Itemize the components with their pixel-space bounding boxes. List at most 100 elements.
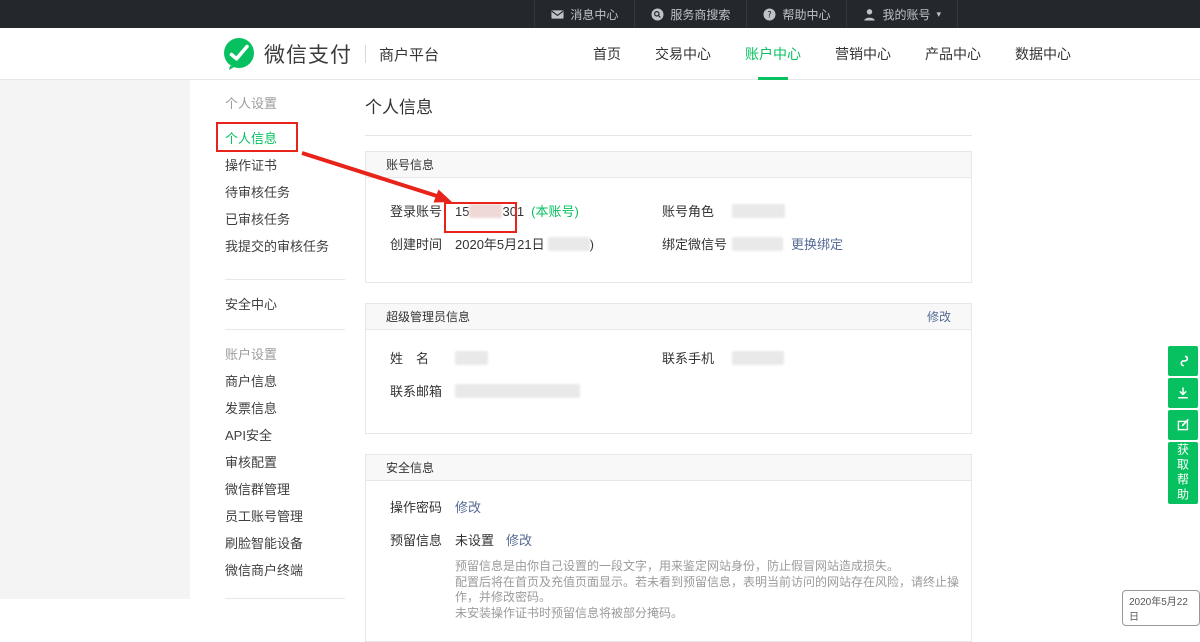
current-account-tag: (本账号) xyxy=(531,204,579,219)
reserved-info-row: 预留信息 未设置修改 xyxy=(366,524,971,557)
sidebar-item-wechat-group-mgmt[interactable]: 微信群管理 xyxy=(225,476,345,503)
svg-text:?: ? xyxy=(768,10,773,20)
brand-divider xyxy=(365,45,366,63)
admin-email-row: 联系邮箱 xyxy=(366,375,971,408)
sidebar-item-operation-certificate[interactable]: 操作证书 xyxy=(225,152,345,179)
masked-created-time xyxy=(548,237,590,251)
annotation-red-box-account xyxy=(444,202,517,233)
super-admin-header-label: 超级管理员信息 xyxy=(386,310,470,324)
nav-home[interactable]: 首页 xyxy=(576,28,638,80)
question-icon: ? xyxy=(763,8,776,21)
sidebar-item-personal-info[interactable]: 个人信息 xyxy=(225,125,345,152)
nav-data-center[interactable]: 数据中心 xyxy=(998,28,1088,80)
sidebar-item-api-security[interactable]: API安全 xyxy=(225,422,345,449)
nav-transaction-center[interactable]: 交易中心 xyxy=(638,28,728,80)
modify-admin-link[interactable]: 修改 xyxy=(927,304,951,330)
contact-email-label: 联系邮箱 xyxy=(390,375,442,408)
reserved-not-set: 未设置 xyxy=(455,533,494,548)
name-value xyxy=(455,342,488,375)
security-card-header: 安全信息 xyxy=(366,455,971,481)
header: 微信支付 商户平台 首页 交易中心 账户中心 营销中心 产品中心 数据中心 xyxy=(0,28,1200,80)
sidebar-divider xyxy=(225,329,345,330)
security-info-card: 安全信息 操作密码 修改 预留信息 未设置修改 预留信息是由你自己设置的一段文字… xyxy=(365,454,972,642)
masked-account-role xyxy=(732,204,785,218)
sidebar-section-personal-settings: 个人设置 xyxy=(225,90,345,117)
download-button[interactable] xyxy=(1168,378,1198,408)
created-time-label: 创建时间 xyxy=(390,228,442,261)
search-icon xyxy=(651,8,664,21)
sidebar-item-review-config[interactable]: 审核配置 xyxy=(225,449,345,476)
modify-password-link[interactable]: 修改 xyxy=(455,500,481,515)
get-help-button[interactable]: 获取帮助 xyxy=(1168,442,1198,504)
change-binding-link[interactable]: 更换绑定 xyxy=(791,237,843,252)
admin-name-row: 姓 名 联系手机 xyxy=(366,342,971,375)
main-content: 个人信息 账号信息 登录账号 15301(本账号) 账号角色 创建时间 2020… xyxy=(365,80,972,642)
masked-name xyxy=(455,351,488,365)
sidebar-item-security-center[interactable]: 安全中心 xyxy=(225,291,345,318)
sidebar-item-merchant-info[interactable]: 商户信息 xyxy=(225,368,345,395)
login-account-label: 登录账号 xyxy=(390,195,442,228)
page-title: 个人信息 xyxy=(365,93,972,118)
contact-phone-value xyxy=(732,342,784,375)
name-label: 姓 名 xyxy=(390,342,429,375)
topbar: 消息中心 服务商搜索 ? 帮助中心 我的账号 ▾ xyxy=(0,0,1200,28)
service-search-label: 服务商搜索 xyxy=(670,6,730,23)
title-divider xyxy=(365,135,972,136)
feedback-button[interactable] xyxy=(1168,410,1198,440)
security-card-body: 操作密码 修改 预留信息 未设置修改 预留信息是由你自己设置的一段文字，用来鉴定… xyxy=(366,481,971,641)
account-card-header: 账号信息 xyxy=(366,152,971,178)
quick-link-button[interactable] xyxy=(1168,346,1198,376)
brand-area[interactable]: 微信支付 商户平台 xyxy=(222,37,439,71)
sidebar-item-invoice-info[interactable]: 发票信息 xyxy=(225,395,345,422)
download-icon xyxy=(1176,386,1190,400)
date-tooltip: 2020年5月22日 xyxy=(1122,590,1200,626)
sidebar-item-staff-account-mgmt[interactable]: 员工账号管理 xyxy=(225,503,345,530)
feedback-icon xyxy=(1176,418,1190,432)
reserved-info-value: 未设置修改 xyxy=(455,524,532,557)
account-info-card: 账号信息 登录账号 15301(本账号) 账号角色 创建时间 2020年5月21… xyxy=(365,151,972,283)
my-account-item[interactable]: 我的账号 ▾ xyxy=(846,0,958,28)
help-center-item[interactable]: ? 帮助中心 xyxy=(746,0,846,28)
envelope-icon xyxy=(551,8,564,21)
sidebar-item-my-submitted-tasks[interactable]: 我提交的审核任务 xyxy=(225,233,345,260)
operation-password-value: 修改 xyxy=(455,491,481,524)
sidebar: 个人设置 个人信息 操作证书 待审核任务 已审核任务 我提交的审核任务 安全中心… xyxy=(225,90,345,599)
nav-product-center[interactable]: 产品中心 xyxy=(908,28,998,80)
masked-wechat-id xyxy=(732,237,783,251)
masked-phone xyxy=(732,351,784,365)
nav-marketing-center[interactable]: 营销中心 xyxy=(818,28,908,80)
account-role-label: 账号角色 xyxy=(662,195,714,228)
bound-wechat-label: 绑定微信号 xyxy=(662,228,727,261)
sidebar-item-wechat-merchant-terminal[interactable]: 微信商户终端 xyxy=(225,557,345,584)
link-icon xyxy=(1176,354,1190,368)
super-admin-card-header: 超级管理员信息 修改 xyxy=(366,304,971,330)
reserved-info-help: 预留信息是由你自己设置的一段文字，用来鉴定网站身份，防止假冒网站造成损失。 配置… xyxy=(455,559,971,621)
chevron-down-icon: ▾ xyxy=(936,9,941,20)
left-gray-strip xyxy=(0,80,190,599)
wechat-pay-logo-icon xyxy=(222,37,256,71)
sidebar-item-reviewed-tasks[interactable]: 已审核任务 xyxy=(225,206,345,233)
my-account-label: 我的账号 xyxy=(882,6,930,23)
contact-email-value xyxy=(455,375,580,408)
user-icon xyxy=(863,8,876,21)
sidebar-item-face-smart-device[interactable]: 刷脸智能设备 xyxy=(225,530,345,557)
created-paren: ) xyxy=(590,237,594,252)
super-admin-card-body: 姓 名 联系手机 联系邮箱 xyxy=(366,330,971,433)
service-search-item[interactable]: 服务商搜索 xyxy=(634,0,746,28)
operation-password-row: 操作密码 修改 xyxy=(366,491,971,524)
bound-wechat-value: 更换绑定 xyxy=(732,228,843,261)
message-center-item[interactable]: 消息中心 xyxy=(534,0,634,28)
sidebar-item-pending-review-tasks[interactable]: 待审核任务 xyxy=(225,179,345,206)
help-center-label: 帮助中心 xyxy=(782,6,830,23)
sidebar-section-account-settings: 账户设置 xyxy=(225,341,345,368)
masked-email xyxy=(455,384,580,398)
account-role-value xyxy=(732,195,785,228)
modify-reserved-link[interactable]: 修改 xyxy=(506,533,532,548)
nav-account-center[interactable]: 账户中心 xyxy=(728,28,818,80)
brand-name: 微信支付 xyxy=(264,39,352,69)
portal-name: 商户平台 xyxy=(379,44,439,65)
account-card-body: 登录账号 15301(本账号) 账号角色 创建时间 2020年5月21日) 绑定… xyxy=(366,178,971,282)
super-admin-card: 超级管理员信息 修改 姓 名 联系手机 联系邮箱 xyxy=(365,303,972,434)
topbar-items: 消息中心 服务商搜索 ? 帮助中心 我的账号 ▾ xyxy=(534,0,958,28)
annotation-red-box-sidebar xyxy=(216,122,298,152)
